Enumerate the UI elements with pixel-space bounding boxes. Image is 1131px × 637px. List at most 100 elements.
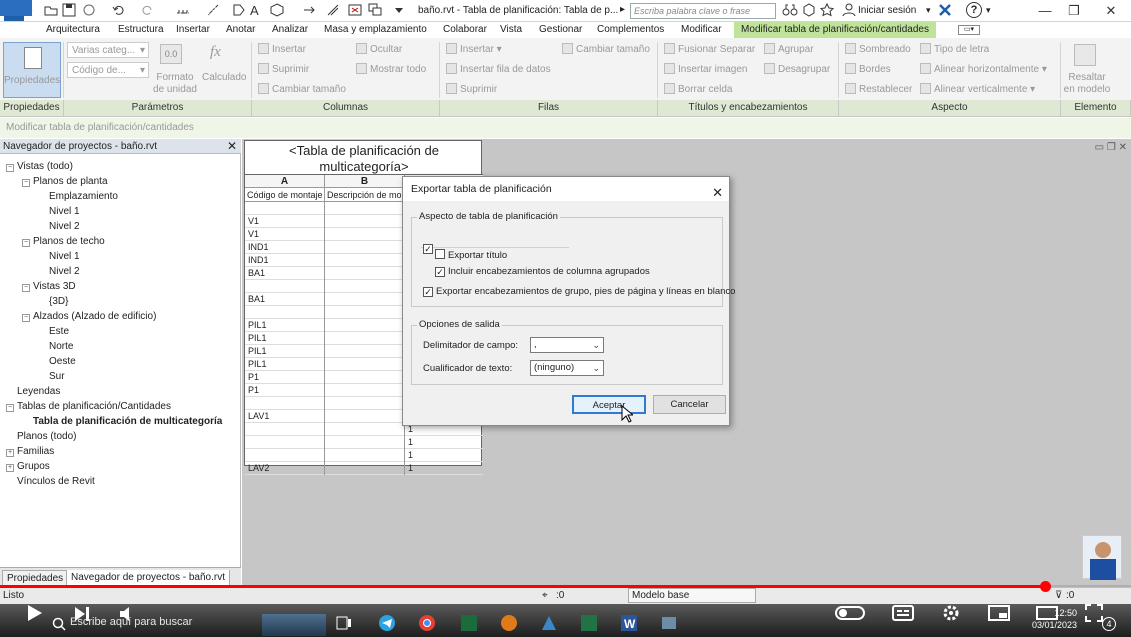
cell-codigo[interactable] (245, 449, 325, 462)
tree-node[interactable]: − Planos de planta (0, 174, 240, 189)
tag-icon[interactable] (232, 3, 246, 17)
cell-codigo[interactable] (245, 280, 325, 293)
cell-descripcion[interactable] (325, 436, 405, 449)
reset-button[interactable]: Restablecer (845, 83, 912, 97)
include-grouped-headers-checkbox[interactable]: ✓ Incluir encabezamientos de columna agru… (435, 266, 650, 277)
tree-node[interactable]: − Vistas 3D (0, 279, 240, 294)
tree-node[interactable]: Nivel 2 (0, 264, 240, 279)
table-row[interactable]: 1 (245, 436, 483, 449)
clear-cell-button[interactable]: Borrar celda (664, 83, 732, 97)
align-vertical-button[interactable]: Alinear verticalmente ▾ (920, 83, 1035, 97)
cell-codigo[interactable]: P1 (245, 384, 325, 397)
calculated-button[interactable]: Calculado (202, 72, 246, 83)
schedule-title[interactable]: <Tabla de planificación de multicategorí… (245, 141, 483, 175)
close-hidden-icon[interactable] (348, 3, 362, 17)
collapse-icon[interactable]: − (22, 314, 30, 322)
tree-node[interactable]: Oeste (0, 354, 240, 369)
tree-node[interactable]: − Alzados (Alzado de edificio) (0, 309, 240, 324)
cell-codigo[interactable]: BA1 (245, 293, 325, 306)
cell-codigo[interactable]: PIL1 (245, 332, 325, 345)
cell-c[interactable]: 1 (405, 436, 483, 449)
table-row[interactable]: LAV2 1 (245, 462, 483, 475)
tree-node[interactable]: Norte (0, 339, 240, 354)
align-horizontal-button[interactable]: Alinear horizontalmente ▾ (920, 63, 1047, 77)
close-icon[interactable]: ✕ (712, 181, 723, 205)
tab-modificar-tabla[interactable]: Modificar tabla de planificación/cantida… (734, 22, 936, 38)
collapse-icon[interactable]: − (22, 284, 30, 292)
3d-view-icon[interactable] (270, 3, 284, 17)
miniplayer-icon[interactable] (988, 605, 1010, 621)
tree-node[interactable]: − Vistas (todo) (0, 159, 240, 174)
row-delete-button[interactable]: Suprimir (446, 83, 497, 97)
tree-node[interactable]: Planos (todo) (0, 429, 240, 444)
cell-descripcion[interactable] (325, 371, 405, 384)
cell-codigo[interactable] (245, 423, 325, 436)
table-row[interactable]: 1 (245, 449, 483, 462)
cell-descripcion[interactable] (325, 215, 405, 228)
tree-node[interactable]: Nivel 1 (0, 249, 240, 264)
user-icon[interactable] (842, 3, 856, 17)
expand-icon[interactable]: + (6, 464, 14, 472)
tree-node[interactable]: Nivel 2 (0, 219, 240, 234)
column-resize-button[interactable]: Cambiar tamaño (258, 83, 346, 97)
redo-icon[interactable] (140, 3, 154, 17)
unit-format-button[interactable]: Formato de unidad (150, 72, 200, 96)
expand-icon[interactable]: + (6, 449, 14, 457)
font-button[interactable]: Tipo de letra (920, 43, 989, 57)
tree-node[interactable]: {3D} (0, 294, 240, 309)
maximize-icon[interactable]: ❐ (1060, 2, 1088, 20)
tab-complementos[interactable]: Complementos (597, 22, 664, 38)
collapse-icon[interactable]: − (22, 239, 30, 247)
cell-descripcion[interactable] (325, 423, 405, 436)
tab-analizar[interactable]: Analizar (272, 22, 308, 38)
filter-icon[interactable]: ⊽ (1055, 590, 1062, 601)
revit-app-icon[interactable] (540, 614, 558, 632)
taskbar-clock[interactable]: 12:50 03/01/2023 (1032, 607, 1077, 631)
field-delimiter-select[interactable]: , ⌄ (530, 337, 604, 353)
autocad-app-icon[interactable] (500, 614, 518, 632)
cell-codigo[interactable]: PIL1 (245, 319, 325, 332)
shading-button[interactable]: Sombreado (845, 43, 911, 57)
fullscreen-icon[interactable] (1084, 603, 1104, 623)
column-letter-a[interactable]: A (245, 175, 325, 188)
dwg-app-icon[interactable] (460, 614, 478, 632)
cell-descripcion[interactable] (325, 267, 405, 280)
cell-descripcion[interactable] (325, 202, 405, 215)
tree-node[interactable]: Nivel 1 (0, 204, 240, 219)
text-qualifier-select[interactable]: (ninguno) ⌄ (530, 360, 604, 376)
files-app-icon[interactable] (660, 614, 678, 632)
cell-codigo[interactable]: V1 (245, 228, 325, 241)
tree-node[interactable]: Vínculos de Revit (0, 474, 240, 489)
tab-file[interactable] (0, 0, 32, 16)
taskbar-search[interactable]: Escribe aquí para buscar (70, 616, 192, 628)
tree-node[interactable]: + Grupos (0, 459, 240, 474)
cell-descripcion[interactable] (325, 384, 405, 397)
binoculars-icon[interactable] (782, 3, 798, 17)
row-resize-button[interactable]: Cambiar tamaño (562, 43, 650, 57)
cell-codigo[interactable]: LAV2 (245, 462, 325, 475)
help-icon[interactable]: ? (966, 2, 982, 18)
notification-badge[interactable]: 4 (1102, 617, 1116, 631)
switch-windows-icon[interactable] (368, 3, 382, 17)
tab-propiedades[interactable]: Propiedades (2, 570, 69, 586)
signin-dropdown-icon[interactable]: ▾ (926, 5, 931, 16)
cell-codigo[interactable]: V1 (245, 215, 325, 228)
cell-codigo[interactable]: PIL1 (245, 358, 325, 371)
cell-codigo[interactable] (245, 397, 325, 410)
minimize-icon[interactable]: — (1031, 2, 1059, 20)
tree-node[interactable]: Sur (0, 369, 240, 384)
column-hide-button[interactable]: Ocultar (356, 43, 402, 57)
merge-button[interactable]: Fusionar Separar (664, 43, 755, 57)
task-view-icon[interactable] (336, 615, 352, 631)
search-input[interactable]: Escriba palabra clave o frase (630, 3, 776, 19)
field-header-descripcion[interactable]: Descripción de mo (325, 188, 405, 202)
subscription-icon[interactable] (802, 3, 816, 17)
cell-c[interactable]: 1 (405, 449, 483, 462)
telegram-icon[interactable] (378, 614, 396, 632)
subtitles-icon[interactable] (892, 605, 914, 621)
cell-descripcion[interactable] (325, 306, 405, 319)
cell-descripcion[interactable] (325, 410, 405, 423)
cell-descripcion[interactable] (325, 280, 405, 293)
tree-node[interactable]: + Familias (0, 444, 240, 459)
cell-c[interactable]: 1 (405, 462, 483, 475)
